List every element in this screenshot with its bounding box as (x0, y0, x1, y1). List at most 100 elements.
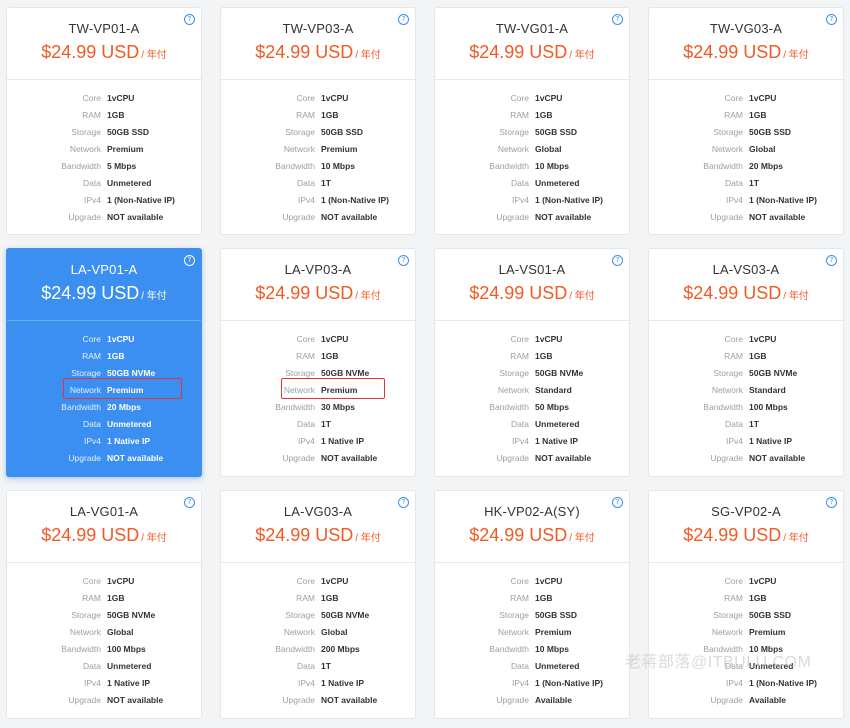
spec-value: NOT available (749, 212, 806, 222)
spec-value: 10 Mbps (535, 161, 570, 171)
spec-row-bandwidth: Bandwidth 50 Mbps (435, 401, 629, 418)
spec-value: 100 Mbps (107, 644, 146, 654)
spec-label: Data (511, 178, 529, 188)
spec-row-upgrade: Upgrade NOT available (649, 211, 843, 228)
spec-label: Upgrade (68, 212, 101, 222)
spec-label: Storage (499, 127, 529, 137)
spec-row-ipv4: IPv4 1 Native IP (221, 435, 415, 452)
spec-row-data: Data 1T (649, 418, 843, 435)
spec-row-upgrade: Upgrade NOT available (649, 452, 843, 469)
spec-list: Core 1vCPU RAM 1GB Storage 50GB SSD Network Pre… (435, 563, 629, 711)
spec-value: 50GB SSD (749, 127, 792, 137)
spec-label: Upgrade (282, 212, 315, 222)
spec-value: 50GB NVMe (749, 368, 798, 378)
spec-row-bandwidth: Bandwidth 30 Mbps (221, 401, 415, 418)
spec-row-bandwidth: Bandwidth 20 Mbps (649, 160, 843, 177)
spec-value: 1vCPU (749, 334, 777, 344)
spec-list: Core 1vCPU RAM 1GB Storage 50GB SSD Network Glo… (649, 80, 843, 228)
spec-value: Unmetered (107, 661, 152, 671)
spec-value: 20 Mbps (107, 402, 142, 412)
spec-label: Bandwidth (703, 402, 743, 412)
help-icon[interactable]: ? (184, 14, 195, 25)
spec-value: Premium (749, 627, 786, 637)
spec-value: 1GB (321, 110, 339, 120)
spec-value: 1vCPU (107, 334, 135, 344)
help-icon[interactable]: ? (826, 255, 837, 266)
plan-card[interactable]: ? TW-VG01-A $24.99 USD / 年付 Core 1vCPU RAM 1GB S… (434, 7, 630, 235)
spec-list: Core 1vCPU RAM 1GB Storage 50GB SSD Network Glo… (435, 80, 629, 228)
spec-row-upgrade: Upgrade Available (435, 694, 629, 711)
help-icon[interactable]: ? (398, 14, 409, 25)
spec-value: 50GB SSD (107, 127, 150, 137)
spec-label: Network (69, 144, 101, 154)
help-icon[interactable]: ? (398, 255, 409, 266)
plan-price: $24.99 USD (469, 42, 568, 62)
help-icon[interactable]: ? (612, 255, 623, 266)
help-icon[interactable]: ? (826, 14, 837, 25)
help-icon[interactable]: ? (826, 497, 837, 508)
spec-label: Bandwidth (275, 402, 315, 412)
spec-value: NOT available (321, 453, 378, 463)
spec-label: Bandwidth (61, 402, 101, 412)
spec-value: 50GB NVMe (107, 610, 156, 620)
spec-label: Data (297, 178, 315, 188)
spec-list: Core 1vCPU RAM 1GB Storage 50GB NVMe Network Gl… (221, 563, 415, 711)
spec-row-core: Core 1vCPU (7, 333, 201, 350)
spec-row-ipv4: IPv4 1 (Non-Native IP) (435, 677, 629, 694)
plan-grid: ? TW-VP01-A $24.99 USD / 年付 Core 1vCPU RAM 1GB S… (6, 7, 844, 719)
spec-label: RAM (724, 593, 743, 603)
spec-value: 1GB (107, 351, 125, 361)
spec-row-network: Network Global (221, 626, 415, 643)
spec-label: Storage (713, 127, 743, 137)
spec-label: IPv4 (83, 678, 101, 688)
spec-row-ipv4: IPv4 1 (Non-Native IP) (221, 194, 415, 211)
plan-card[interactable]: ? LA-VS03-A $24.99 USD / 年付 Core 1vCPU RAM 1GB S… (648, 248, 844, 477)
plan-card[interactable]: ? TW-VP01-A $24.99 USD / 年付 Core 1vCPU RAM 1GB S… (6, 7, 202, 235)
price-row: $24.99 USD / 年付 (649, 42, 843, 63)
plan-price: $24.99 USD (255, 283, 354, 303)
spec-value: Unmetered (107, 178, 152, 188)
price-row: $24.99 USD / 年付 (221, 42, 415, 63)
help-icon[interactable]: ? (612, 497, 623, 508)
billing-period: / 年付 (355, 533, 381, 544)
spec-label: Storage (71, 127, 101, 137)
plan-price: $24.99 USD (41, 42, 140, 62)
plan-card[interactable]: ? LA-VG01-A $24.99 USD / 年付 Core 1vCPU RAM 1GB S… (6, 490, 202, 719)
price-row: $24.99 USD / 年付 (435, 525, 629, 546)
spec-row-bandwidth: Bandwidth 5 Mbps (7, 160, 201, 177)
plan-card[interactable]: ? LA-VP03-A $24.99 USD / 年付 Core 1vCPU RAM 1GB S… (220, 248, 416, 477)
spec-value: 1GB (107, 593, 125, 603)
help-icon[interactable]: ? (398, 497, 409, 508)
spec-value: 1vCPU (321, 576, 349, 586)
spec-label: Storage (285, 127, 315, 137)
spec-value: 1vCPU (535, 334, 563, 344)
spec-label: Storage (71, 610, 101, 620)
plan-card[interactable]: ? HK-VP02-A(SY) $24.99 USD / 年付 Core 1vCPU RAM… (434, 490, 630, 719)
help-icon[interactable]: ? (184, 497, 195, 508)
spec-label: IPv4 (725, 678, 743, 688)
plan-card[interactable]: ? SG-VP02-A $24.99 USD / 年付 Core 1vCPU RAM 1GB S… (648, 490, 844, 719)
spec-row-storage: Storage 50GB SSD (435, 609, 629, 626)
spec-label: Data (83, 419, 101, 429)
spec-row-ipv4: IPv4 1 Native IP (221, 677, 415, 694)
spec-row-data: Data Unmetered (435, 660, 629, 677)
spec-label: RAM (296, 110, 315, 120)
plan-card[interactable]: ? LA-VG03-A $24.99 USD / 年付 Core 1vCPU RAM 1GB S… (220, 490, 416, 719)
help-icon[interactable]: ? (184, 255, 195, 266)
spec-row-ipv4: IPv4 1 Native IP (7, 677, 201, 694)
help-icon[interactable]: ? (612, 14, 623, 25)
plan-card[interactable]: ? LA-VP01-A $24.99 USD / 年付 Core 1vCPU RAM 1GB S… (6, 248, 202, 477)
spec-label: Network (497, 385, 529, 395)
spec-list: Core 1vCPU RAM 1GB Storage 50GB SSD Network Pre… (7, 80, 201, 228)
spec-label: Bandwidth (275, 161, 315, 171)
spec-row-bandwidth: Bandwidth 10 Mbps (435, 643, 629, 660)
spec-value: 50GB SSD (749, 610, 792, 620)
spec-value: 1vCPU (107, 93, 135, 103)
plan-card[interactable]: ? TW-VG03-A $24.99 USD / 年付 Core 1vCPU RAM 1GB S… (648, 7, 844, 235)
billing-period: / 年付 (783, 291, 809, 302)
spec-row-ram: RAM 1GB (7, 350, 201, 367)
plan-card[interactable]: ? TW-VP03-A $24.99 USD / 年付 Core 1vCPU RAM 1GB S… (220, 7, 416, 235)
plan-card[interactable]: ? LA-VS01-A $24.99 USD / 年付 Core 1vCPU RAM 1GB S… (434, 248, 630, 477)
plan-header: TW-VP01-A $24.99 USD / 年付 (7, 8, 201, 80)
spec-value: NOT available (107, 695, 164, 705)
